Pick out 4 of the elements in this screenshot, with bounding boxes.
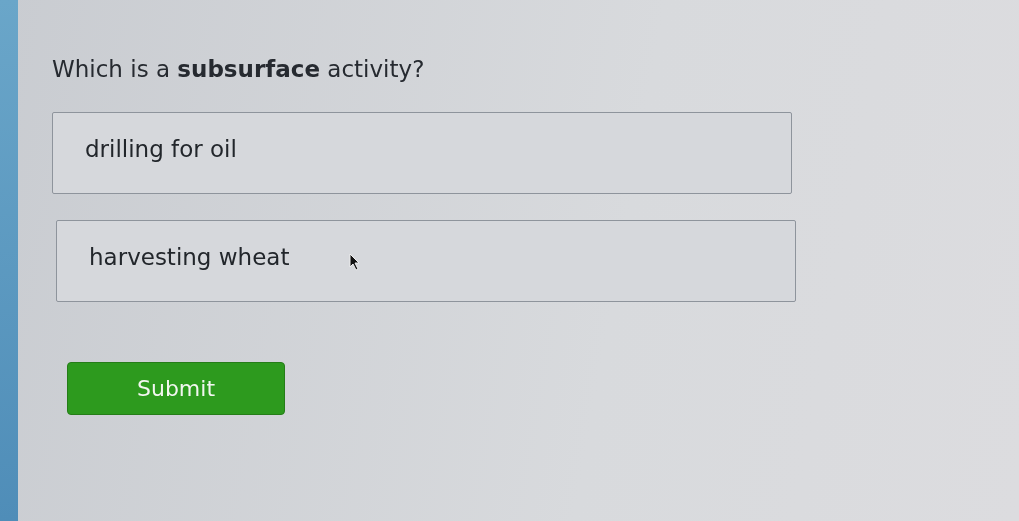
answer-option[interactable]: drilling for oil (52, 112, 792, 194)
question-text: Which is a subsurface activity? (52, 56, 426, 82)
mouse-cursor-icon (349, 253, 361, 271)
answer-option[interactable]: harvesting wheat (56, 220, 796, 302)
